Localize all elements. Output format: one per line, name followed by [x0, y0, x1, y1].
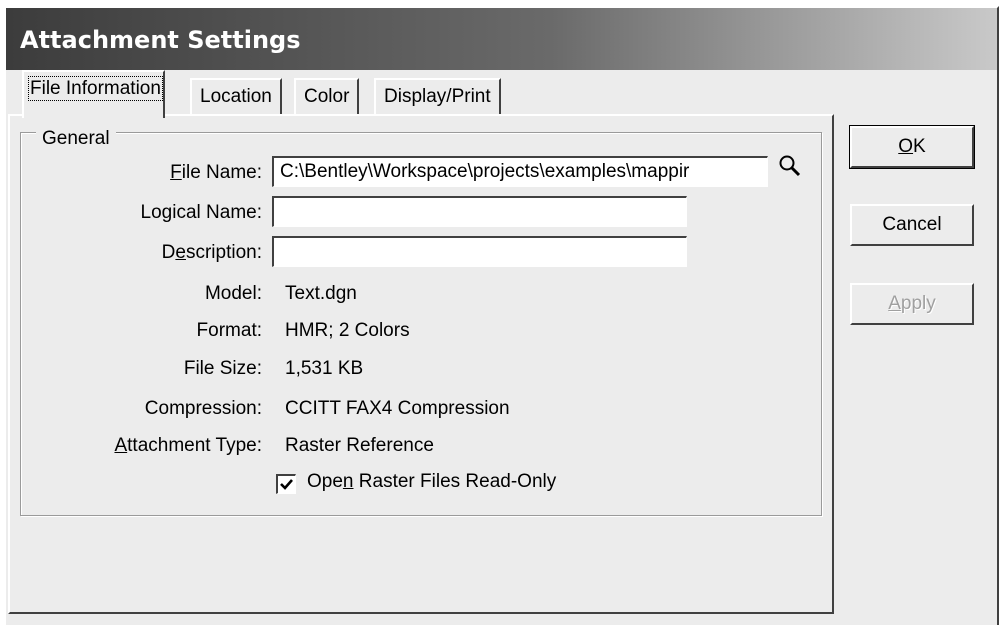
format-label: Format:	[196, 320, 262, 341]
logical-name-label: Logical Name:	[140, 202, 262, 223]
attachment-type-label: Attachment Type:	[114, 435, 262, 456]
tab-label: File Information	[28, 76, 163, 101]
title-bar[interactable]: Attachment Settings	[6, 8, 997, 70]
file-size-label: File Size:	[183, 358, 262, 379]
ok-button[interactable]: OK	[850, 126, 974, 168]
read-only-label[interactable]: Open Raster Files Read-Only	[307, 471, 556, 493]
cancel-button[interactable]: Cancel	[850, 204, 974, 246]
tab-display-print[interactable]: Display/Print	[374, 78, 501, 116]
attachment-type-value: Raster Reference	[285, 435, 434, 456]
general-groupbox	[20, 132, 822, 516]
file-size-value: 1,531 KB	[285, 358, 364, 379]
general-group-title: General	[36, 128, 116, 150]
magnifier-icon[interactable]	[776, 152, 804, 180]
tab-file-information[interactable]: File Information	[22, 70, 165, 118]
description-label: Description:	[161, 242, 262, 263]
model-value: Text.dgn	[285, 283, 357, 304]
tab-color[interactable]: Color	[294, 78, 360, 116]
tab-location[interactable]: Location	[190, 78, 282, 116]
apply-button[interactable]: Apply	[850, 283, 974, 325]
description-field[interactable]	[272, 236, 687, 267]
read-only-checkbox[interactable]	[276, 474, 296, 494]
dialog-title: Attachment Settings	[20, 26, 301, 54]
file-name-field[interactable]: C:\Bentley\Workspace\projects\examples\m…	[272, 156, 768, 187]
logical-name-field[interactable]	[272, 196, 687, 227]
tab-label: Color	[304, 86, 350, 107]
format-value: HMR; 2 Colors	[285, 320, 410, 341]
checkmark-icon	[280, 479, 293, 490]
file-name-label: File Name:	[170, 162, 262, 183]
compression-value: CCITT FAX4 Compression	[285, 398, 510, 419]
compression-label: Compression:	[144, 398, 262, 419]
tab-label: Display/Print	[384, 86, 491, 107]
model-label: Model:	[204, 283, 262, 304]
tab-label: Location	[200, 86, 272, 107]
